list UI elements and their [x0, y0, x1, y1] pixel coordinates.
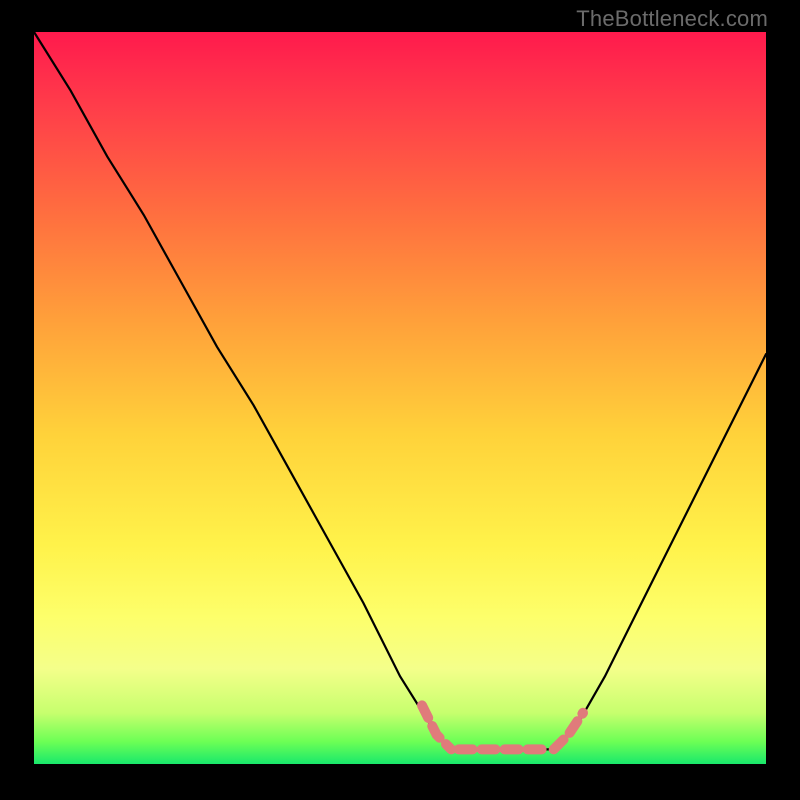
curve-layer — [34, 32, 766, 764]
highlight-right-knee — [554, 713, 583, 750]
plot-area — [34, 32, 766, 764]
bottleneck-curve — [34, 32, 766, 749]
outer-frame: TheBottleneck.com — [0, 0, 800, 800]
attribution-label: TheBottleneck.com — [576, 6, 768, 32]
valley-highlight — [422, 705, 583, 749]
highlight-left-knee — [422, 705, 451, 749]
